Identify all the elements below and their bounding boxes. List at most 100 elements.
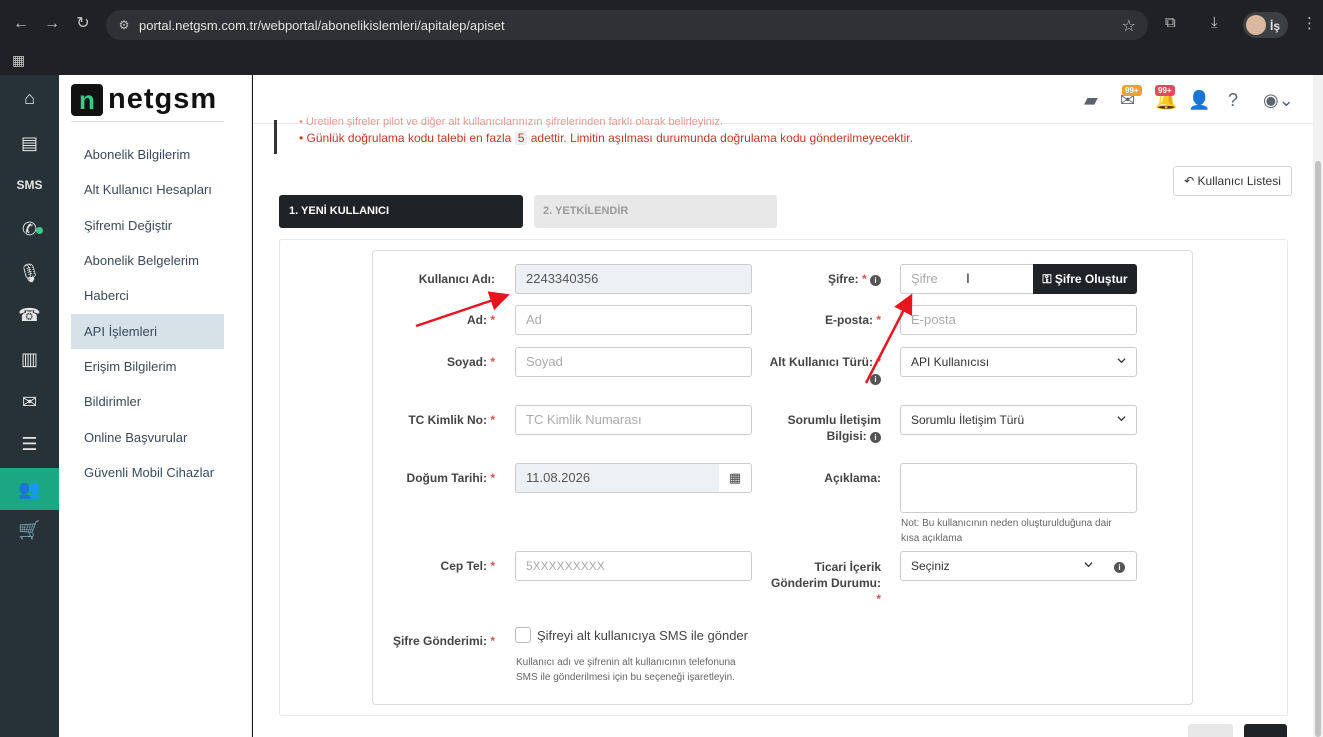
key-icon: ⚿ — [1042, 272, 1052, 286]
contact-type-value: Sorumlu İletişim Türü — [911, 413, 1025, 427]
home-icon[interactable]: ⌂ — [0, 77, 59, 119]
icon-rail: ⌂ ▤ SMS ✆ 🎙 ☎ ▥ ✉ ☰ 👥 🛒 — [0, 75, 59, 737]
sidebar-item-subscription-info[interactable]: Abonelik Bilgilerim — [71, 137, 224, 172]
contacts-icon[interactable]: ▤ — [0, 122, 59, 164]
site-info-icon[interactable]: ⚙ — [116, 17, 132, 33]
notice-line: • Günlük doğrulama kodu talebi en fazla … — [299, 131, 913, 145]
microphone-icon[interactable]: 🎙 — [0, 252, 59, 294]
commercial-info-button[interactable]: i — [1103, 551, 1137, 581]
apps-grid-icon[interactable]: ▦ — [12, 52, 25, 69]
subuser-type-label: Alt Kullanıcı Türü: * i — [769, 355, 881, 385]
logo-text: netgsm — [108, 83, 218, 115]
user-list-button[interactable]: ↶ Kullanıcı Listesi — [1173, 166, 1292, 196]
birthdate-field[interactable]: 11.08.2026 — [515, 463, 720, 493]
name-field[interactable]: Ad — [515, 305, 752, 335]
user-settings-icon[interactable]: 👥 — [0, 468, 59, 510]
tc-field[interactable]: TC Kimlik Numarası — [515, 405, 752, 435]
support-icon[interactable]: ☎ — [0, 294, 59, 336]
contact-type-select[interactable]: Sorumlu İletişim Türü — [900, 405, 1137, 435]
extensions-icon[interactable]: ⧉ — [1165, 14, 1176, 31]
list-icon[interactable]: ☰ — [0, 423, 59, 465]
contact-info-label: Sorumlu İletişim Bilgisi: i — [787, 413, 881, 443]
account-icon[interactable]: ◉⌄ — [1263, 90, 1294, 111]
commercial-label: Ticari İçerik Gönderim Durumu: * — [771, 560, 881, 606]
info-icon[interactable]: i — [870, 275, 881, 286]
profile-label: İş — [1270, 19, 1281, 33]
info-icon[interactable]: i — [870, 432, 881, 443]
calendar-icon[interactable]: ▦ — [719, 463, 752, 493]
sidebar-item-api[interactable]: API İşlemleri — [71, 314, 224, 349]
bookmark-star-icon[interactable]: ☆ — [1122, 16, 1136, 36]
sms-send-note-2: SMS ile gönderilmesi için bu seçeneği iş… — [516, 672, 735, 683]
email-label: E-posta: * — [824, 313, 881, 327]
username-field: 2243340356 — [515, 264, 752, 294]
sms-send-checkbox[interactable] — [515, 627, 531, 643]
surname-label: Soyad: * — [446, 355, 495, 369]
cart-icon[interactable]: 🛒 — [0, 509, 59, 551]
back-icon[interactable]: ← — [10, 13, 32, 35]
reload-icon[interactable]: ↻ — [72, 13, 94, 35]
profile-chip[interactable]: İş — [1243, 12, 1288, 38]
surname-field[interactable]: Soyad — [515, 347, 752, 377]
sidebar: n netgsm Abonelik Bilgilerim Alt Kullanı… — [59, 75, 252, 737]
description-textarea[interactable] — [900, 463, 1137, 513]
menu-icon[interactable]: ⋮ — [1302, 14, 1317, 32]
notification-badge: 99+ — [1155, 85, 1175, 96]
sidebar-item-subscription-documents[interactable]: Abonelik Belgelerim — [71, 243, 224, 278]
create-password-button[interactable]: ⚿ Şifre Oluştur — [1033, 264, 1137, 294]
scroll-thumb[interactable] — [1315, 161, 1321, 737]
notice-box: • Üretilen şifreler pilot ve diğer alt k… — [274, 116, 1290, 154]
chevron-down-icon — [1084, 562, 1093, 568]
sms-send-checkbox-label[interactable]: Şifreyi alt kullanıcıya SMS ile gönder — [537, 628, 748, 643]
tc-label: TC Kimlik No: * — [408, 413, 495, 427]
wallet-icon[interactable]: ▰ — [1084, 90, 1098, 111]
url-text: portal.netgsm.com.tr/webportal/aboneliki… — [139, 18, 505, 33]
sidebar-item-secure-devices[interactable]: Güvenli Mobil Cihazlar — [71, 455, 224, 490]
phone-label: Cep Tel: * — [440, 559, 495, 573]
sidebar-item-change-password[interactable]: Şifremi Değiştir — [71, 208, 224, 243]
bookmarks-bar: ▦ — [0, 47, 1323, 75]
subuser-type-value: API Kullanıcısı — [911, 355, 990, 369]
notice-faded-line: • Üretilen şifreler pilot ve diğer alt k… — [299, 116, 723, 128]
phone-field[interactable]: 5XXXXXXXXX — [515, 551, 752, 581]
password-label: Şifre: * i — [760, 271, 881, 287]
sidebar-item-haberci[interactable]: Haberci — [71, 278, 224, 313]
info-icon: i — [1114, 562, 1125, 573]
step-authorize[interactable]: 2. YETKİLENDİR — [534, 195, 777, 228]
description-label: Açıklama: — [824, 471, 881, 485]
step-new-user[interactable]: 1. YENİ KULLANICI — [279, 195, 523, 228]
name-label: Ad: * — [466, 313, 495, 327]
sidebar-item-online-applications[interactable]: Online Başvurular — [71, 420, 224, 455]
sidebar-item-sub-user-accounts[interactable]: Alt Kullanıcı Hesapları — [71, 172, 224, 207]
browser-toolbar: ← → ↻ ⚙ portal.netgsm.com.tr/webportal/a… — [0, 0, 1323, 47]
help-icon[interactable]: ? — [1228, 90, 1238, 111]
next-button[interactable] — [1244, 724, 1287, 737]
username-label: Kullanıcı Adı: — [418, 272, 495, 286]
back-button[interactable] — [1188, 724, 1233, 737]
phone-icon[interactable]: ✆ — [0, 208, 59, 250]
fax-icon[interactable]: ▥ — [0, 338, 59, 380]
sms-icon[interactable]: SMS — [0, 164, 59, 206]
sidebar-item-access-info[interactable]: Erişim Bilgilerim — [71, 349, 224, 384]
user-cog-icon[interactable]: 👤 — [1188, 90, 1210, 111]
forward-icon[interactable]: → — [41, 13, 63, 35]
subuser-type-select[interactable]: API Kullanıcısı — [900, 347, 1137, 377]
sidebar-item-notifications[interactable]: Bildirimler — [71, 384, 224, 419]
birthdate-label: Doğum Tarihi: * — [406, 471, 495, 485]
online-dot — [36, 227, 43, 234]
scrollbar[interactable] — [1313, 75, 1323, 737]
commercial-select[interactable]: Seçiniz — [900, 551, 1104, 581]
logo-mark: n — [71, 84, 103, 116]
whatsapp-icon[interactable]: ✉ — [0, 381, 59, 423]
commercial-value: Seçiniz — [911, 559, 950, 573]
chevron-down-icon — [1117, 358, 1126, 364]
description-note-2: kısa açıklama — [901, 533, 963, 544]
avatar — [1246, 15, 1266, 35]
address-bar[interactable]: ⚙ portal.netgsm.com.tr/webportal/aboneli… — [106, 10, 1148, 40]
description-note-1: Not: Bu kullanıcının neden oluşturulduğu… — [901, 518, 1112, 529]
email-field[interactable]: E-posta — [900, 305, 1137, 335]
text-cursor-icon: I — [966, 270, 970, 286]
download-icon[interactable]: ⤓ — [1211, 14, 1218, 31]
undo-icon: ↶ — [1184, 174, 1195, 188]
info-icon[interactable]: i — [870, 374, 881, 385]
